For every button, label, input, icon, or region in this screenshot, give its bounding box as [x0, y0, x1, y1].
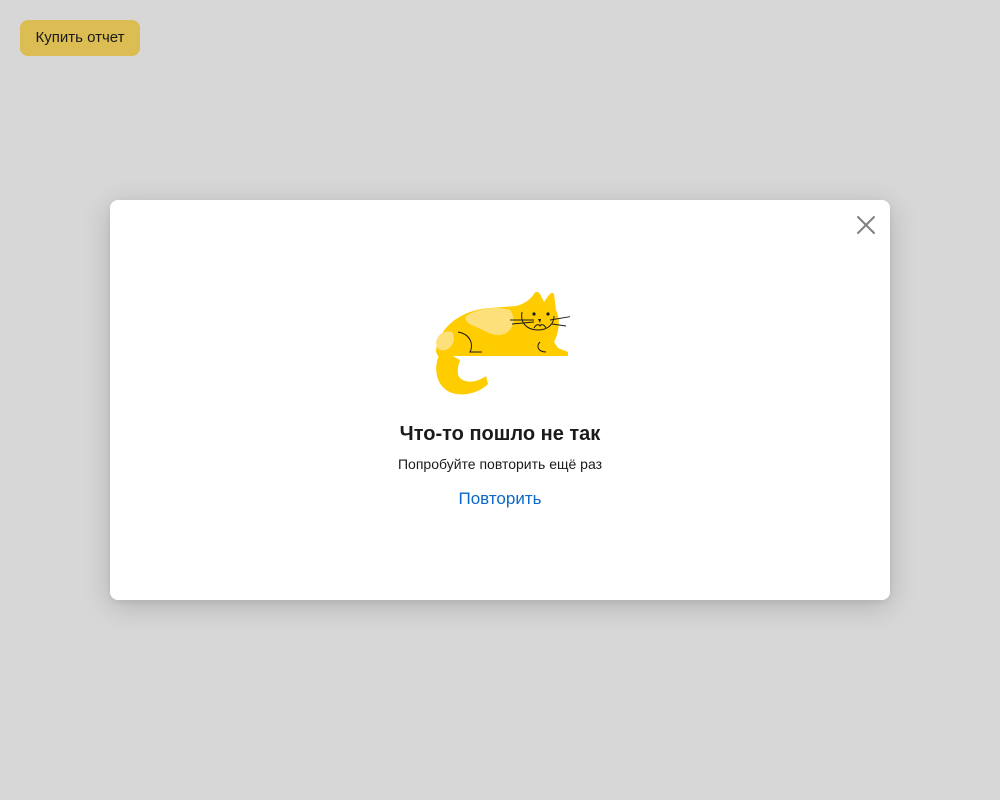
page-background: Купить отчет Что-то пошло не так Попробу… [0, 0, 1000, 800]
sad-cat-illustration [430, 290, 570, 398]
buy-report-button[interactable]: Купить отчет [20, 20, 140, 56]
retry-link[interactable]: Повторить [459, 489, 542, 508]
error-title: Что-то пошло не так [399, 423, 601, 445]
error-message: Попробуйте повторить ещё раз [397, 456, 603, 472]
close-icon [857, 216, 875, 234]
error-dialog: Что-то пошло не так Попробуйте повторить… [110, 200, 890, 600]
retry-link-container: Повторить [110, 488, 890, 510]
close-button[interactable] [854, 213, 878, 237]
